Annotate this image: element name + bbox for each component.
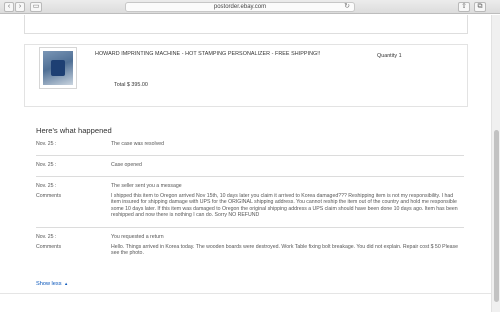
- scrollbar-thumb[interactable]: [494, 130, 499, 302]
- back-button[interactable]: ‹: [4, 2, 14, 12]
- product-photo-icon: [43, 51, 73, 85]
- case-history: Nov. 25 : The case was resolved Nov. 25 …: [36, 137, 464, 260]
- history-date: Nov. 25 :: [36, 141, 57, 147]
- divider: [36, 227, 464, 228]
- forward-button[interactable]: ›: [15, 2, 25, 12]
- browser-toolbar: ‹ › ▭ postorder.ebay.com ↻ ⇧ ⧉: [0, 0, 500, 14]
- item-title[interactable]: HOWARD IMPRINTING MACHINE - HOT STAMPING…: [95, 51, 320, 57]
- sidebar-toggle-button[interactable]: ▭: [30, 2, 42, 12]
- item-summary-card: HOWARD IMPRINTING MACHINE - HOT STAMPING…: [24, 44, 468, 107]
- reload-icon[interactable]: ↻: [344, 3, 350, 11]
- item-thumbnail[interactable]: [39, 47, 77, 89]
- history-text: You requested a return: [111, 234, 164, 240]
- history-text: The case was resolved: [111, 141, 165, 147]
- history-row: Nov. 25 : The case was resolved: [36, 137, 464, 151]
- page-content: HOWARD IMPRINTING MACHINE - HOT STAMPING…: [0, 15, 491, 312]
- history-date: Nov. 25 :: [36, 234, 57, 240]
- history-text: Case opened: [111, 162, 142, 168]
- show-less-link[interactable]: Show less ▲: [36, 281, 68, 287]
- divider: [36, 176, 464, 177]
- comment-text: Hello. Things arrived in Korea today. Th…: [111, 244, 459, 257]
- address-bar[interactable]: postorder.ebay.com ↻: [125, 2, 355, 12]
- divider: [36, 155, 464, 156]
- comment-text: I shipped this item to Oregon arrived No…: [111, 193, 458, 219]
- comment-label: Comments: [36, 244, 62, 250]
- item-quantity: Quantity 1: [377, 53, 402, 59]
- history-comment-row: Comments I shipped this item to Oregon a…: [36, 193, 464, 223]
- history-text: The seller sent you a message: [111, 183, 182, 189]
- show-less-label: Show less: [36, 281, 62, 287]
- history-row: Nov. 25 : Case opened: [36, 158, 464, 172]
- vertical-scrollbar[interactable]: [491, 15, 500, 312]
- chevron-up-icon: ▲: [64, 281, 69, 286]
- history-date: Nov. 25 :: [36, 183, 57, 189]
- footer-divider: [0, 293, 491, 294]
- section-heading: Here's what happened: [36, 126, 112, 135]
- item-total: Total $ 395.00: [114, 82, 148, 88]
- header-panel: [24, 15, 468, 34]
- history-row: Nov. 25 : You requested a return: [36, 230, 464, 244]
- history-row: Nov. 25 : The seller sent you a message: [36, 179, 464, 193]
- history-date: Nov. 25 :: [36, 162, 57, 168]
- comment-label: Comments: [36, 193, 62, 199]
- tabs-overview-button[interactable]: ⧉: [474, 2, 486, 12]
- address-bar-url: postorder.ebay.com: [213, 4, 267, 10]
- share-button[interactable]: ⇧: [458, 2, 470, 12]
- history-comment-row: Comments Hello. Things arrived in Korea …: [36, 244, 464, 260]
